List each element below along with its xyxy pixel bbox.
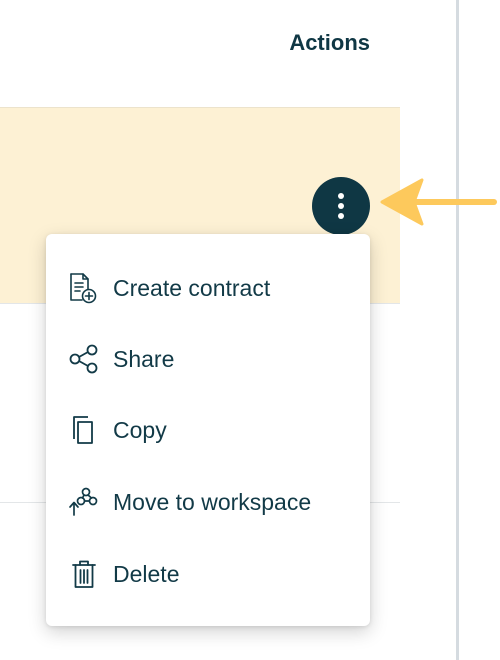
menu-item-create-contract[interactable]: Create contract (46, 260, 370, 316)
create-contract-icon (68, 272, 100, 304)
pointer-arrow-icon (380, 178, 497, 226)
trash-icon (68, 558, 100, 590)
screen: Actions Create contract Share Copy Move … (0, 0, 500, 660)
menu-item-label: Share (113, 345, 175, 372)
menu-item-label: Copy (113, 416, 167, 443)
menu-item-label: Create contract (113, 274, 271, 301)
panel-divider (456, 0, 459, 660)
kebab-dot (338, 193, 344, 199)
share-icon (68, 343, 100, 375)
row-actions-button[interactable] (312, 177, 370, 235)
copy-icon (68, 414, 100, 446)
actions-column-header: Actions (289, 30, 370, 55)
menu-item-label: Move to workspace (113, 488, 312, 515)
menu-item-label: Delete (113, 560, 180, 587)
menu-item-copy[interactable]: Copy (46, 402, 370, 458)
actions-menu: Create contract Share Copy Move to works… (46, 234, 370, 626)
kebab-dot (338, 203, 344, 209)
kebab-dot (338, 213, 344, 219)
move-to-workspace-icon (68, 486, 100, 518)
menu-item-share[interactable]: Share (46, 331, 370, 387)
menu-item-delete[interactable]: Delete (46, 546, 370, 602)
menu-item-move-to-workspace[interactable]: Move to workspace (46, 474, 370, 530)
